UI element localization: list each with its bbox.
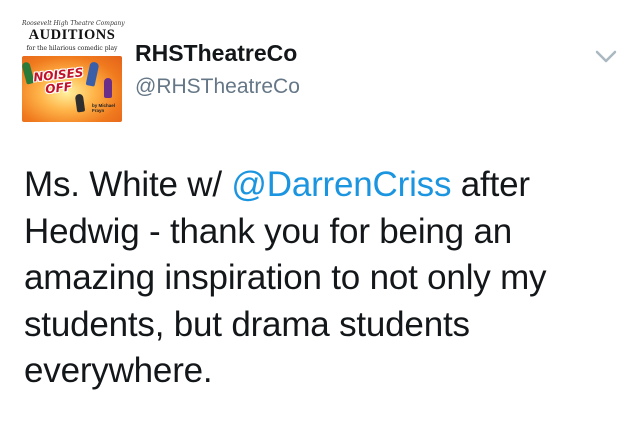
account-handle[interactable]: @RHSTheatreCo bbox=[135, 75, 300, 99]
tweet-text-part1: Ms. White w/ bbox=[24, 165, 232, 204]
display-name[interactable]: RHSTheatreCo bbox=[135, 40, 297, 67]
avatar-credit: by Michael Frayn bbox=[92, 103, 116, 113]
avatar[interactable]: Roosevelt High Theatre Company AUDITIONS… bbox=[18, 18, 126, 126]
mention-link[interactable]: @DarrenCriss bbox=[231, 165, 451, 204]
avatar-title: AUDITIONS bbox=[28, 27, 116, 43]
tweet-text: Ms. White w/ @DarrenCriss after Hedwig -… bbox=[24, 162, 614, 395]
avatar-logo: NOISES OFF bbox=[33, 65, 84, 98]
chevron-down-icon[interactable] bbox=[594, 48, 618, 66]
avatar-tiny-text: Roosevelt High Theatre Company bbox=[22, 20, 125, 27]
avatar-subtitle: for the hilarious comedic play bbox=[26, 45, 118, 52]
avatar-logo-line2: OFF bbox=[44, 79, 73, 97]
avatar-figure bbox=[104, 78, 112, 98]
tweet-card: Roosevelt High Theatre Company AUDITIONS… bbox=[0, 0, 629, 426]
